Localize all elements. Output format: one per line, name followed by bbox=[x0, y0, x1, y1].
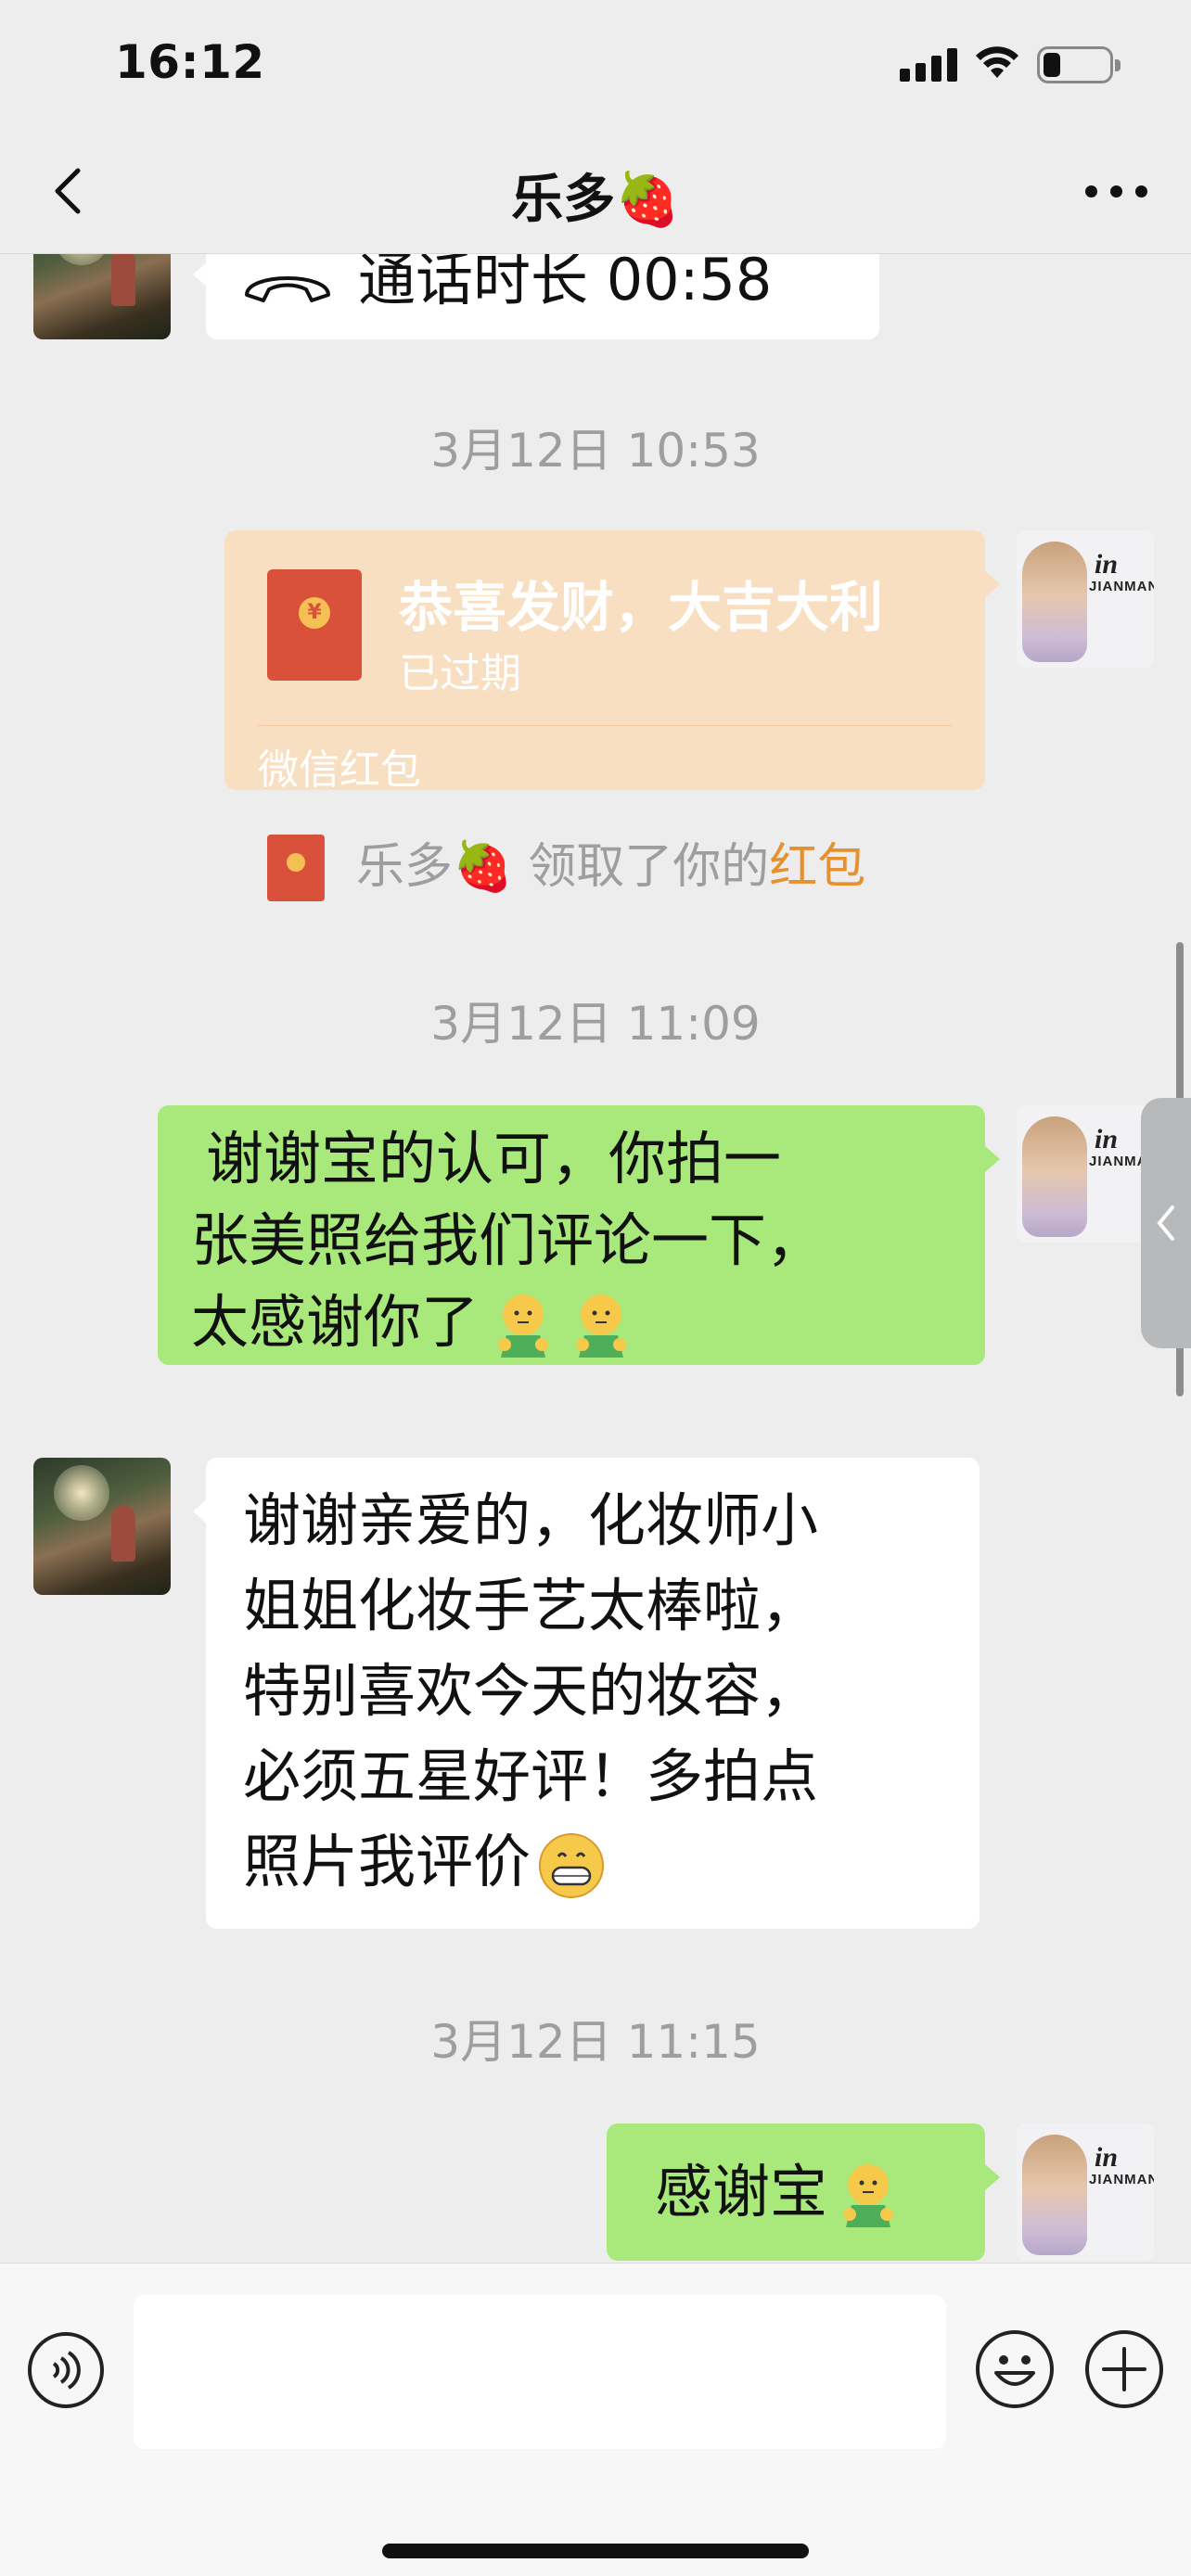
grin-figure-emoji-icon bbox=[498, 1294, 549, 1358]
wechat-chat-screen: 16:12 乐多🍓 通话时长 00:58 3月12日 10:53 in JIAN… bbox=[0, 0, 1191, 2576]
system-message-text: 乐多🍓 领取了你的 bbox=[356, 839, 770, 895]
timestamp: 3月12日 11:15 bbox=[430, 2015, 761, 2069]
smiley-icon bbox=[994, 2355, 1035, 2386]
message-line: 姐姐化妆手艺太棒啦， bbox=[243, 1572, 819, 1639]
my-avatar[interactable]: in JIANMAN bbox=[1017, 530, 1154, 668]
friend-avatar[interactable] bbox=[33, 254, 171, 339]
chat-header: 乐多🍓 bbox=[0, 130, 1191, 254]
divider bbox=[258, 725, 952, 726]
grin-figure-emoji-icon bbox=[576, 1294, 627, 1358]
my-avatar[interactable]: in JIANMAN bbox=[1017, 2123, 1154, 2261]
input-bar bbox=[0, 2263, 1191, 2576]
red-packet-link[interactable]: 红包 bbox=[769, 839, 865, 895]
more-options-icon[interactable] bbox=[1080, 171, 1154, 208]
message-line: 必须五星好评！多拍点 bbox=[243, 1742, 819, 1810]
grinning-face-emoji-icon bbox=[539, 1832, 605, 1898]
status-bar: 16:12 bbox=[0, 0, 1191, 130]
status-time: 16:12 bbox=[115, 35, 265, 89]
friend-avatar[interactable] bbox=[33, 1458, 171, 1595]
red-envelope-icon: ¥ bbox=[267, 569, 362, 681]
message-line: 照片我评价 bbox=[243, 1828, 531, 1895]
voice-input-button[interactable] bbox=[28, 2332, 104, 2408]
message-line: 谢谢宝的认可，你拍一 bbox=[206, 1125, 782, 1192]
red-packet-title: 恭喜发财，大吉大利 bbox=[399, 576, 884, 639]
wifi-icon bbox=[976, 46, 1018, 78]
emoji-button[interactable] bbox=[976, 2330, 1054, 2408]
call-record-bubble[interactable]: 通话时长 00:58 bbox=[193, 254, 879, 339]
message-line: 谢谢亲爱的，化妆师小 bbox=[243, 1486, 819, 1554]
message-text: 感谢宝 bbox=[655, 2158, 828, 2225]
timestamp: 3月12日 10:53 bbox=[430, 424, 761, 478]
message-line: 太感谢你了 bbox=[191, 1288, 480, 1356]
outgoing-message[interactable]: 感谢宝 bbox=[607, 2123, 1000, 2261]
message-input[interactable] bbox=[134, 2295, 946, 2449]
voice-icon bbox=[52, 2351, 81, 2390]
red-packet-footer: 微信红包 bbox=[258, 746, 421, 794]
plus-icon bbox=[1102, 2347, 1146, 2391]
red-packet-status: 已过期 bbox=[399, 650, 521, 697]
outgoing-message[interactable]: 谢谢宝的认可，你拍一 张美照给我们评论一下， 太感谢你了 bbox=[158, 1105, 1000, 1365]
message-line: 特别喜欢今天的妆容， bbox=[243, 1657, 819, 1725]
phone-call-icon bbox=[245, 275, 330, 302]
red-envelope-icon bbox=[267, 835, 325, 901]
grin-figure-emoji-icon bbox=[843, 2163, 894, 2227]
chevron-left-icon bbox=[1157, 1205, 1174, 1241]
message-list[interactable]: 通话时长 00:58 3月12日 10:53 in JIANMAN ¥ 恭喜发财… bbox=[0, 254, 1191, 2263]
chat-title: 乐多🍓 bbox=[511, 170, 680, 230]
red-packet-card[interactable]: ¥ 恭喜发财，大吉大利 已过期 微信红包 bbox=[224, 530, 1000, 794]
call-duration-text: 通话时长 00:58 bbox=[358, 254, 773, 313]
home-indicator[interactable] bbox=[382, 2544, 809, 2558]
more-features-button[interactable] bbox=[1085, 2330, 1163, 2408]
cellular-signal-icon bbox=[900, 48, 959, 82]
timestamp: 3月12日 11:09 bbox=[430, 997, 761, 1051]
battery-icon bbox=[1037, 46, 1121, 83]
side-pull-tab[interactable] bbox=[1141, 1098, 1191, 1348]
message-line: 张美照给我们评论一下， bbox=[191, 1206, 825, 1274]
incoming-message[interactable]: 谢谢亲爱的，化妆师小 姐姐化妆手艺太棒啦， 特别喜欢今天的妆容， 必须五星好评！… bbox=[193, 1458, 980, 1929]
my-avatar[interactable]: in JIANMAN bbox=[1017, 1105, 1154, 1243]
